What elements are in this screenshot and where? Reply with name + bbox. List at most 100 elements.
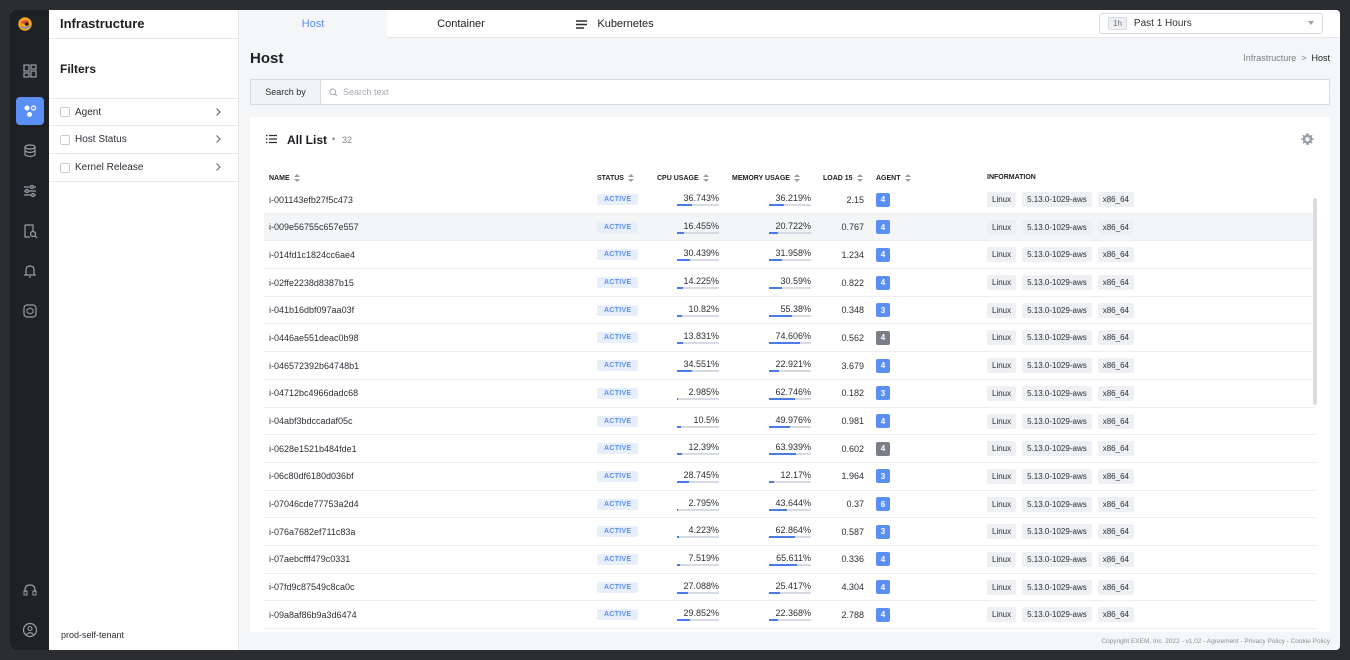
load-value: 0.602 xyxy=(841,443,864,454)
cube-icon[interactable] xyxy=(16,297,44,325)
cpu-usage-cell: 14.225% xyxy=(677,269,719,296)
support-icon[interactable] xyxy=(16,576,44,604)
table-row[interactable]: i-041b16dbf097aa03f ACTIVE 10.82% 55.38%… xyxy=(264,297,1316,325)
bell-icon[interactable] xyxy=(16,257,44,285)
table-row[interactable]: i-07046cde77753a2d4 ACTIVE 2.795% 43.644… xyxy=(264,491,1316,519)
table-row[interactable]: i-001143efb27f5c473 ACTIVE 36.743% 36.21… xyxy=(264,186,1316,214)
time-range-select[interactable]: 1h Past 1 Hours xyxy=(1099,13,1323,34)
load-value: 0.37 xyxy=(846,499,864,510)
agent-count-badge[interactable]: 4 xyxy=(876,358,890,373)
host-name[interactable]: i-04712bc4966dadc68 xyxy=(269,380,358,407)
status-cell: ACTIVE xyxy=(597,297,639,324)
table-row[interactable]: i-0446ae551deac0b98 ACTIVE 13.831% 74.60… xyxy=(264,324,1316,353)
table-row[interactable]: i-009e56755c657e557 ACTIVE 16.455% 20.72… xyxy=(264,213,1316,242)
column-header-load[interactable]: LOAD 15 xyxy=(823,174,863,183)
app-title: Infrastructure xyxy=(60,16,145,31)
agent-count-badge[interactable]: 4 xyxy=(876,192,890,207)
host-name[interactable]: i-04abf3bdccadaf05c xyxy=(269,408,353,435)
tab-host[interactable]: Host xyxy=(239,10,387,38)
tab-kubernetes[interactable]: Kubernetes xyxy=(535,10,695,38)
filter-checkbox[interactable] xyxy=(60,107,70,117)
agent-count-badge[interactable]: 4 xyxy=(876,275,890,290)
column-header-name[interactable]: NAME xyxy=(269,174,300,183)
host-name[interactable]: i-046572392b64748b1 xyxy=(269,352,359,379)
status-cell: ACTIVE xyxy=(597,241,639,268)
table-row[interactable]: i-02ffe2238d8387b15 ACTIVE 14.225% 30.59… xyxy=(264,269,1316,297)
host-name[interactable]: i-009e56755c657e557 xyxy=(269,214,359,241)
host-name[interactable]: i-02ffe2238d8387b15 xyxy=(269,269,354,296)
host-name[interactable]: i-07fd9c87549c8ca0c xyxy=(269,574,355,601)
table-row[interactable]: i-07aebcfff479c0331 ACTIVE 7.519% 65.611… xyxy=(264,546,1316,574)
host-name[interactable]: i-07046cde77753a2d4 xyxy=(269,491,359,518)
column-header-cpu[interactable]: CPU USAGE xyxy=(657,174,709,183)
host-name[interactable]: i-0628e1521b484fde1 xyxy=(269,435,357,462)
agent-count-badge[interactable]: 4 xyxy=(876,330,890,345)
filter-item-host-status[interactable]: Host Status xyxy=(49,126,239,154)
memory-usage-fill xyxy=(769,314,793,317)
table-row[interactable]: i-0628e1521b484fde1 ACTIVE 12.39% 63.939… xyxy=(264,435,1316,463)
host-name[interactable]: i-001143efb27f5c473 xyxy=(269,186,353,213)
arch-tag: x86_64 xyxy=(1097,358,1134,374)
host-name[interactable]: i-014fd1c1824cc6ae4 xyxy=(269,241,355,268)
agent-cell: 4 xyxy=(876,408,890,435)
gear-icon[interactable] xyxy=(1300,132,1315,147)
agent-count-badge[interactable]: 4 xyxy=(876,580,890,595)
sliders-icon[interactable] xyxy=(16,177,44,205)
column-header-agent[interactable]: AGENT xyxy=(876,174,911,183)
table-scrollbar[interactable] xyxy=(1313,198,1317,405)
agent-count-badge[interactable]: 4 xyxy=(876,552,890,567)
filter-item-kernel-release[interactable]: Kernel Release xyxy=(49,154,239,182)
host-name[interactable]: i-0446ae551deac0b98 xyxy=(269,324,359,351)
app-logo-icon[interactable] xyxy=(17,16,43,42)
table-row[interactable]: i-04abf3bdccadaf05c ACTIVE 10.5% 49.976%… xyxy=(264,408,1316,436)
agent-cell: 4 xyxy=(876,435,890,462)
agent-cell: 4 xyxy=(876,214,890,241)
table-row[interactable]: i-07fd9c87549c8ca0c ACTIVE 27.088% 25.41… xyxy=(264,574,1316,602)
host-name[interactable]: i-076a7682ef711c83a xyxy=(269,518,355,545)
host-name[interactable]: i-06c80df6180d036bf xyxy=(269,463,354,490)
user-account-icon[interactable] xyxy=(16,616,44,644)
table-row[interactable]: i-06c80df6180d036bf ACTIVE 28.745% 12.17… xyxy=(264,463,1316,491)
agent-count-badge[interactable]: 4 xyxy=(876,247,890,262)
status-cell: ACTIVE xyxy=(597,186,639,213)
table-row[interactable]: i-046572392b64748b1 ACTIVE 34.551% 22.92… xyxy=(264,352,1316,380)
infrastructure-icon[interactable] xyxy=(16,97,44,125)
filter-checkbox[interactable] xyxy=(60,162,70,173)
table-row[interactable]: i-09a8af86b9a3d6474 ACTIVE 29.852% 22.36… xyxy=(264,601,1316,629)
agent-count-badge[interactable]: 4 xyxy=(876,414,890,428)
column-header-memory[interactable]: MEMORY USAGE xyxy=(732,174,800,183)
agent-count-badge[interactable]: 6 xyxy=(876,497,890,512)
database-icon[interactable] xyxy=(16,137,44,165)
dashboard-icon[interactable] xyxy=(16,57,44,85)
table-row[interactable]: i-076a7682ef711c83a ACTIVE 4.223% 62.864… xyxy=(264,518,1316,546)
status-badge: ACTIVE xyxy=(597,277,639,289)
agent-count-badge[interactable]: 4 xyxy=(876,441,890,456)
filter-checkbox[interactable] xyxy=(60,134,70,145)
cpu-usage-bar xyxy=(677,563,719,566)
filter-item-agent[interactable]: Agent xyxy=(49,98,239,126)
agent-count-badge[interactable]: 3 xyxy=(876,524,890,539)
host-name[interactable]: i-041b16dbf097aa03f xyxy=(269,297,354,324)
search-input[interactable] xyxy=(343,84,1243,100)
breadcrumb: Infrastructure > Host xyxy=(1243,53,1330,63)
search-by-button[interactable]: Search by xyxy=(251,80,321,104)
agent-count-badge[interactable]: 3 xyxy=(876,386,890,401)
memory-usage-bar xyxy=(769,397,811,400)
agent-count-badge[interactable]: 4 xyxy=(876,607,890,622)
tab-container[interactable]: Container xyxy=(387,10,535,38)
column-header-status[interactable]: STATUS xyxy=(597,174,634,183)
agent-count-badge[interactable]: 3 xyxy=(876,469,890,484)
tenant-name[interactable]: prod-self-tenant xyxy=(61,630,124,640)
host-name[interactable]: i-07aebcfff479c0331 xyxy=(269,546,350,573)
table-row[interactable]: i-04712bc4966dadc68 ACTIVE 2.985% 62.746… xyxy=(264,380,1316,408)
agent-count-badge[interactable]: 3 xyxy=(876,303,890,318)
status-badge: ACTIVE xyxy=(597,609,639,621)
report-search-icon[interactable] xyxy=(16,217,44,245)
agent-count-badge[interactable]: 4 xyxy=(876,220,890,235)
cpu-usage-fill xyxy=(677,287,683,290)
cpu-usage-bar xyxy=(677,287,719,290)
host-name[interactable]: i-09a8af86b9a3d6474 xyxy=(269,601,357,628)
table-row[interactable]: i-014fd1c1824cc6ae4 ACTIVE 30.439% 31.95… xyxy=(264,241,1316,270)
arch-tag: x86_64 xyxy=(1097,579,1134,595)
breadcrumb-parent[interactable]: Infrastructure xyxy=(1243,53,1296,63)
